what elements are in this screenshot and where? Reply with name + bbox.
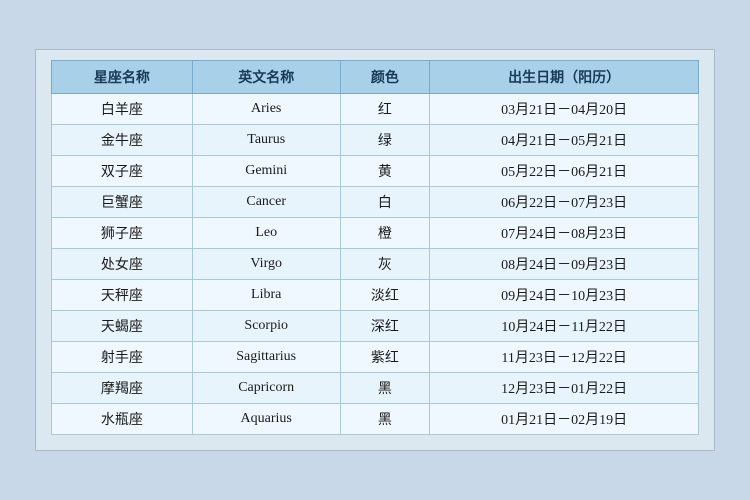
cell-english-name: Libra [192, 280, 340, 311]
cell-color: 红 [340, 94, 430, 125]
cell-english-name: Scorpio [192, 311, 340, 342]
table-row: 水瓶座Aquarius黑01月21日－02月19日 [52, 404, 699, 435]
cell-color: 黑 [340, 373, 430, 404]
table-row: 天秤座Libra淡红09月24日－10月23日 [52, 280, 699, 311]
cell-chinese-name: 巨蟹座 [52, 187, 193, 218]
table-row: 射手座Sagittarius紫红11月23日－12月22日 [52, 342, 699, 373]
table-row: 天蝎座Scorpio深红10月24日－11月22日 [52, 311, 699, 342]
cell-date: 04月21日－05月21日 [430, 125, 699, 156]
cell-color: 淡红 [340, 280, 430, 311]
cell-color: 紫红 [340, 342, 430, 373]
table-row: 白羊座Aries红03月21日－04月20日 [52, 94, 699, 125]
cell-date: 08月24日－09月23日 [430, 249, 699, 280]
table-header-row: 星座名称 英文名称 颜色 出生日期（阳历） [52, 61, 699, 94]
cell-date: 07月24日－08月23日 [430, 218, 699, 249]
table-row: 巨蟹座Cancer白06月22日－07月23日 [52, 187, 699, 218]
header-color: 颜色 [340, 61, 430, 94]
cell-date: 05月22日－06月21日 [430, 156, 699, 187]
cell-english-name: Virgo [192, 249, 340, 280]
zodiac-table: 星座名称 英文名称 颜色 出生日期（阳历） 白羊座Aries红03月21日－04… [51, 60, 699, 435]
table-row: 摩羯座Capricorn黑12月23日－01月22日 [52, 373, 699, 404]
cell-date: 01月21日－02月19日 [430, 404, 699, 435]
cell-color: 绿 [340, 125, 430, 156]
cell-color: 灰 [340, 249, 430, 280]
cell-english-name: Taurus [192, 125, 340, 156]
cell-chinese-name: 狮子座 [52, 218, 193, 249]
cell-color: 白 [340, 187, 430, 218]
cell-date: 06月22日－07月23日 [430, 187, 699, 218]
cell-english-name: Cancer [192, 187, 340, 218]
header-date: 出生日期（阳历） [430, 61, 699, 94]
table-row: 金牛座Taurus绿04月21日－05月21日 [52, 125, 699, 156]
cell-color: 黑 [340, 404, 430, 435]
cell-date: 12月23日－01月22日 [430, 373, 699, 404]
cell-english-name: Sagittarius [192, 342, 340, 373]
cell-english-name: Gemini [192, 156, 340, 187]
cell-english-name: Capricorn [192, 373, 340, 404]
header-english-name: 英文名称 [192, 61, 340, 94]
cell-chinese-name: 双子座 [52, 156, 193, 187]
table-row: 处女座Virgo灰08月24日－09月23日 [52, 249, 699, 280]
cell-english-name: Aquarius [192, 404, 340, 435]
cell-chinese-name: 金牛座 [52, 125, 193, 156]
cell-chinese-name: 天蝎座 [52, 311, 193, 342]
cell-english-name: Leo [192, 218, 340, 249]
cell-date: 10月24日－11月22日 [430, 311, 699, 342]
cell-color: 橙 [340, 218, 430, 249]
header-chinese-name: 星座名称 [52, 61, 193, 94]
cell-color: 黄 [340, 156, 430, 187]
cell-chinese-name: 白羊座 [52, 94, 193, 125]
cell-date: 09月24日－10月23日 [430, 280, 699, 311]
cell-english-name: Aries [192, 94, 340, 125]
cell-chinese-name: 天秤座 [52, 280, 193, 311]
cell-chinese-name: 射手座 [52, 342, 193, 373]
cell-chinese-name: 处女座 [52, 249, 193, 280]
cell-chinese-name: 摩羯座 [52, 373, 193, 404]
main-container: 星座名称 英文名称 颜色 出生日期（阳历） 白羊座Aries红03月21日－04… [35, 49, 715, 451]
cell-chinese-name: 水瓶座 [52, 404, 193, 435]
cell-date: 11月23日－12月22日 [430, 342, 699, 373]
cell-date: 03月21日－04月20日 [430, 94, 699, 125]
table-row: 狮子座Leo橙07月24日－08月23日 [52, 218, 699, 249]
cell-color: 深红 [340, 311, 430, 342]
table-row: 双子座Gemini黄05月22日－06月21日 [52, 156, 699, 187]
